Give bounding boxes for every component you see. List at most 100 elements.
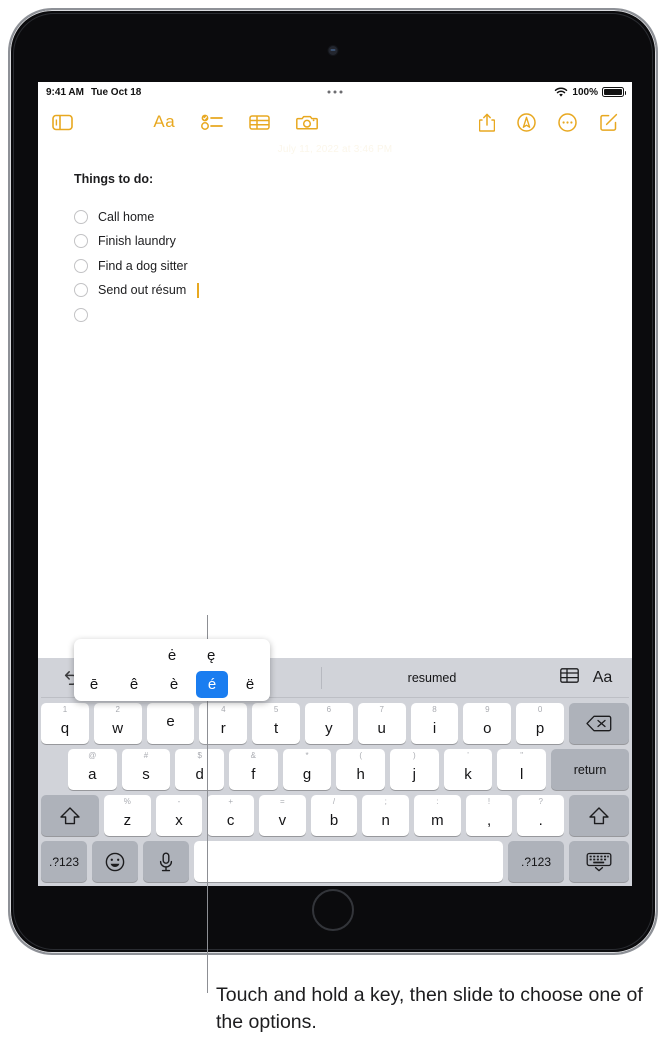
key-h[interactable]: (h — [336, 749, 386, 790]
home-button[interactable] — [312, 889, 354, 931]
key-comma[interactable]: !, — [465, 795, 513, 836]
key-x[interactable]: -x — [155, 795, 203, 836]
key-label: y — [325, 720, 333, 737]
dismiss-keyboard-icon[interactable] — [569, 841, 629, 882]
checkbox-circle-icon[interactable] — [74, 307, 88, 322]
key-period[interactable]: ?. — [517, 795, 565, 836]
key-n[interactable]: ; n — [362, 795, 410, 836]
accent-option-e-acute-selected[interactable]: é — [196, 670, 228, 698]
key-j[interactable]: ) j — [390, 749, 439, 790]
key-label: k — [464, 766, 472, 783]
checklist: Call home Finish laundry Find a dog sitt… — [74, 208, 632, 323]
accent-option-e-ogonek[interactable]: ę — [192, 648, 231, 663]
shift-key-right[interactable] — [569, 795, 630, 836]
table-icon[interactable] — [559, 667, 579, 688]
microphone-icon[interactable] — [143, 841, 189, 882]
space-key[interactable] — [194, 841, 503, 882]
note-title: Things to do: — [74, 172, 154, 186]
note-body[interactable]: Things to do: Call home Finish laundry F… — [38, 142, 632, 323]
key-k[interactable]: ’ k — [443, 749, 493, 790]
key-label: x — [175, 812, 183, 829]
emoji-smiley-icon[interactable] — [92, 841, 138, 882]
share-icon[interactable] — [478, 113, 495, 132]
list-item-active[interactable]: Send out résum — [74, 282, 632, 299]
key-y[interactable]: 6y — [305, 703, 353, 744]
key-c[interactable]: + c — [207, 795, 254, 836]
list-item[interactable]: Call home — [74, 208, 632, 225]
accent-option-e-grave[interactable]: è — [154, 677, 194, 692]
multitasking-indicator[interactable] — [327, 90, 343, 94]
accent-row-top: x x ė ę x — [74, 641, 270, 669]
checklist-icon[interactable] — [201, 114, 224, 130]
shift-arrow-icon — [589, 806, 609, 824]
checkbox-circle-icon[interactable] — [74, 283, 88, 297]
compose-icon[interactable] — [599, 113, 618, 132]
checkbox-circle-icon[interactable] — [74, 209, 88, 224]
list-item[interactable]: Finish laundry — [74, 233, 632, 250]
key-w[interactable]: 2w — [93, 703, 142, 744]
key-label: . — [538, 812, 543, 829]
key-q[interactable]: 1q — [41, 703, 89, 744]
shift-key-left[interactable] — [40, 795, 99, 836]
format-text-button[interactable]: Aa — [593, 669, 613, 687]
key-label: c — [226, 812, 235, 829]
key-u[interactable]: 7u — [357, 703, 406, 744]
key-m[interactable]: :m — [414, 795, 461, 836]
camera-icon[interactable] — [296, 114, 319, 131]
keyboard-row-3: % z -x + c = v / b ; n :m !, ?. — [40, 795, 630, 836]
accent-options-popup[interactable]: x x ė ę x ē ê è é ë — [74, 639, 270, 701]
toolbar-left-group — [52, 114, 73, 131]
predictive-bar-right: Aa — [543, 667, 629, 688]
key-z[interactable]: % z — [103, 795, 151, 836]
list-item-label: Find a dog sitter — [98, 258, 188, 273]
notes-toolbar: Aa — [38, 102, 632, 142]
status-date: Tue Oct 18 — [90, 86, 142, 98]
list-item-empty[interactable] — [74, 306, 632, 323]
numbers-key-label: .?123 — [48, 854, 80, 869]
key-e-pressed[interactable]: e — [146, 703, 195, 744]
key-b[interactable]: / b — [310, 795, 358, 836]
key-f[interactable]: & f — [229, 749, 278, 790]
delete-backspace-icon[interactable] — [568, 703, 629, 744]
accent-option-e-dot[interactable]: ė — [152, 648, 191, 663]
list-item-label: Finish laundry — [98, 234, 176, 248]
accent-option-e-circumflex[interactable]: ê — [114, 677, 154, 692]
key-alt-label: % — [123, 797, 131, 806]
shift-arrow-icon — [60, 806, 80, 824]
format-text-button[interactable]: Aa — [153, 112, 175, 132]
key-l[interactable]: " l — [497, 749, 547, 790]
key-alt-label: ; — [384, 797, 387, 806]
text-cursor — [197, 282, 200, 298]
key-alt-label: 7 — [379, 705, 384, 714]
key-t[interactable]: 5t — [252, 703, 300, 744]
key-alt-label: 8 — [432, 705, 437, 714]
suggestion-1[interactable]: resumed — [321, 664, 543, 692]
key-label: o — [483, 720, 492, 737]
key-s[interactable]: # s — [121, 749, 171, 790]
numbers-key-left[interactable]: .?123 — [41, 841, 87, 882]
key-label: g — [302, 766, 312, 783]
accent-option-e-diaeresis[interactable]: ë — [230, 677, 270, 692]
key-i[interactable]: 8i — [410, 703, 459, 744]
key-d[interactable]: $ d — [175, 749, 224, 790]
key-label: d — [195, 766, 204, 783]
key-v[interactable]: = v — [259, 795, 306, 836]
return-key-label: return — [573, 762, 607, 777]
key-g[interactable]: * g — [282, 749, 332, 790]
status-bar: 9:41 AM Tue Oct 18 100% — [38, 82, 632, 102]
return-key[interactable]: return — [551, 749, 630, 790]
list-item[interactable]: Find a dog sitter — [74, 257, 632, 274]
sidebar-icon[interactable] — [52, 114, 73, 131]
key-o[interactable]: 9o — [463, 703, 512, 744]
markup-pen-icon[interactable] — [517, 112, 536, 132]
accent-option-e-macron[interactable]: ē — [74, 677, 114, 692]
key-alt-label: 0 — [537, 705, 543, 714]
checkbox-circle-icon[interactable] — [74, 234, 88, 248]
key-p[interactable]: 0p — [516, 703, 564, 744]
checkbox-circle-icon[interactable] — [74, 258, 88, 273]
numbers-key-right[interactable]: .?123 — [508, 841, 564, 882]
more-ellipsis-icon[interactable] — [558, 112, 577, 132]
key-a[interactable]: @ a — [67, 749, 117, 790]
table-icon[interactable] — [249, 114, 270, 131]
keyboard-row-1: 1q 2w e 4r 5t 6y 7u 8i 9o 0p — [41, 703, 629, 744]
